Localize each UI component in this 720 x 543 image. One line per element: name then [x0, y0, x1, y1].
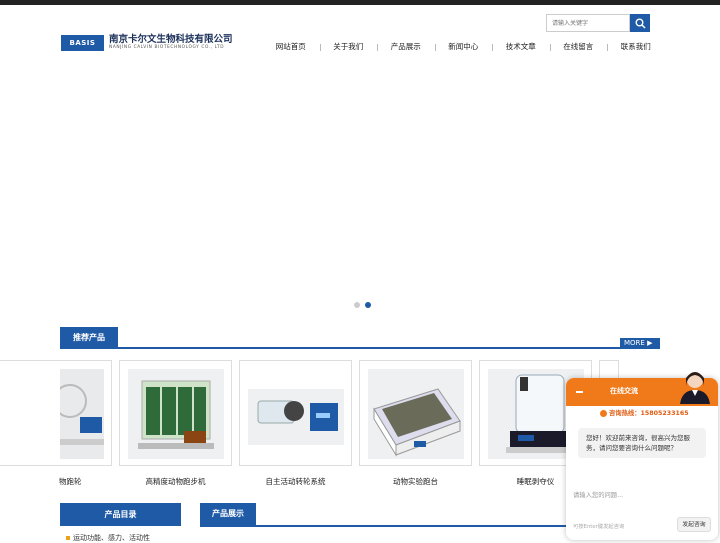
hotline-text: 咨询热线：15805233165	[609, 410, 689, 417]
banner-pagination	[354, 302, 371, 308]
hotline: 咨询热线：15805233165	[600, 408, 689, 417]
chat-greeting: 您好！欢迎前来咨询，很高兴为您服务，请问您要咨询什么问题呢？	[578, 428, 706, 458]
category-item[interactable]: 运动功能、感力、活动性	[66, 533, 150, 543]
nav-home[interactable]: 网站首页	[262, 42, 320, 52]
recommended-header: 推荐产品	[60, 327, 660, 349]
search-icon	[635, 18, 646, 29]
product-card[interactable]	[119, 360, 232, 466]
product-show-title: 产品展示	[200, 503, 256, 525]
company-name: 南京卡尔文生物科技有限公司	[109, 34, 233, 45]
nav-message[interactable]: 在线留言	[549, 42, 608, 52]
search-button[interactable]	[630, 14, 650, 32]
nav-contact[interactable]: 联系我们	[607, 42, 665, 52]
product-card[interactable]	[359, 360, 472, 466]
top-bar	[0, 0, 720, 5]
chat-hint: 可按Enter键发起咨询	[573, 524, 625, 530]
product-image	[128, 369, 224, 459]
product-card[interactable]	[239, 360, 352, 466]
product-image	[60, 369, 104, 459]
nav-products[interactable]: 产品展示	[377, 42, 435, 52]
more-button[interactable]: MORE ▶	[620, 338, 660, 349]
product-name[interactable]: 物跑轮	[0, 476, 119, 487]
recommended-title: 推荐产品	[60, 327, 118, 348]
company-name-en: NANJING CALVIN BIOTECHNOLOGY CO., LTD	[109, 45, 225, 50]
product-card[interactable]	[0, 360, 112, 466]
product-name[interactable]: 自主活动转轮系统	[239, 476, 352, 487]
product-name[interactable]: 动物实验跑台	[359, 476, 472, 487]
search-input[interactable]	[546, 14, 630, 32]
logo[interactable]: BASIS 南京卡尔文生物科技有限公司 NANJING CALVIN BIOTE…	[61, 34, 233, 51]
search-box	[546, 14, 650, 32]
chat-body: 咨询热线：15805233165 您好！欢迎前来咨询，很高兴为您服务，请问您要咨…	[566, 406, 718, 540]
product-image	[248, 389, 344, 445]
category-title: 产品目录	[60, 503, 181, 526]
banner-dot-active[interactable]	[365, 302, 371, 308]
chat-input[interactable]: 请输入您的问题...	[573, 490, 623, 499]
nav-news[interactable]: 新闻中心	[434, 42, 493, 52]
logo-badge: BASIS	[61, 34, 104, 51]
main-nav: 网站首页 关于我们 产品展示 新闻中心 技术文章 在线留言 联系我们	[262, 42, 665, 52]
minimize-icon[interactable]	[576, 391, 583, 393]
more-label: MORE	[624, 339, 645, 347]
play-icon: ▶	[647, 339, 653, 347]
banner-dot[interactable]	[354, 302, 360, 308]
product-name[interactable]: 高精度动物跑步机	[119, 476, 232, 487]
product-image	[368, 369, 464, 459]
phone-icon	[600, 409, 607, 417]
send-button[interactable]: 发起咨询	[677, 517, 711, 532]
nav-articles[interactable]: 技术文章	[492, 42, 550, 52]
nav-about[interactable]: 关于我们	[319, 42, 378, 52]
agent-avatar	[680, 372, 710, 404]
chat-title: 在线交流	[610, 387, 638, 395]
